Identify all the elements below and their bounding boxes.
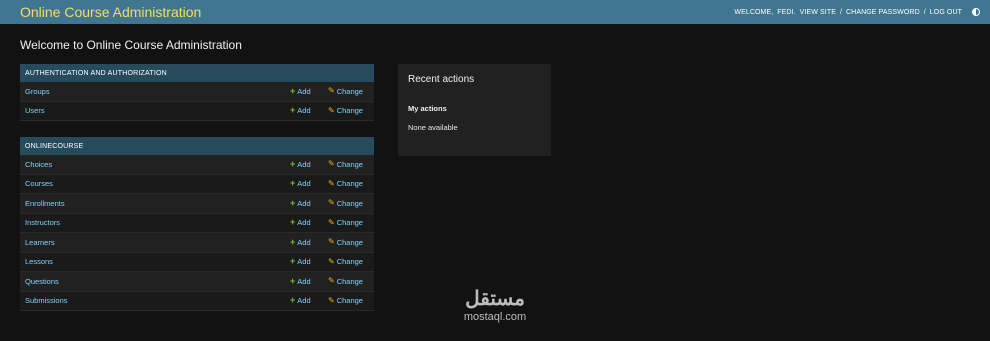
site-branding[interactable]: Online Course Administration bbox=[20, 4, 201, 20]
plus-icon: + bbox=[290, 256, 296, 267]
pencil-icon: ✎ bbox=[328, 86, 335, 96]
model-link-instructors[interactable]: Instructors bbox=[25, 218, 290, 227]
plus-icon: + bbox=[290, 158, 296, 169]
separator: / bbox=[923, 8, 926, 16]
module-caption[interactable]: Onlinecourse bbox=[20, 137, 374, 155]
model-link-learners[interactable]: Learners bbox=[25, 238, 290, 247]
view-site-link[interactable]: VIEW SITE bbox=[800, 9, 836, 16]
change-link[interactable]: ✎ Change bbox=[328, 199, 374, 208]
watermark-logo: مستقل bbox=[465, 288, 525, 310]
table-row: Enrollments + Add ✎ Change bbox=[20, 194, 374, 214]
separator: / bbox=[839, 8, 843, 16]
table-row: Choices + Add ✎ Change bbox=[20, 155, 374, 175]
model-link-lessons[interactable]: Lessons bbox=[25, 257, 290, 266]
change-link[interactable]: ✎ Change bbox=[328, 179, 374, 188]
log-out-link[interactable]: LOG OUT bbox=[930, 9, 962, 16]
change-link[interactable]: ✎ Change bbox=[328, 277, 374, 286]
add-link[interactable]: + Add bbox=[290, 178, 328, 189]
model-link-questions[interactable]: Questions bbox=[25, 277, 290, 286]
change-password-link[interactable]: CHANGE PASSWORD bbox=[846, 9, 920, 16]
change-link[interactable]: ✎ Change bbox=[328, 257, 374, 266]
pencil-icon: ✎ bbox=[328, 217, 335, 227]
plus-icon: + bbox=[290, 236, 296, 247]
add-link[interactable]: + Add bbox=[290, 236, 328, 247]
plus-icon: + bbox=[290, 85, 296, 96]
model-link-users[interactable]: Users bbox=[25, 106, 290, 115]
pencil-icon: ✎ bbox=[328, 105, 335, 115]
table-row: Users + Add ✎ Change bbox=[20, 101, 374, 121]
model-link-courses[interactable]: Courses bbox=[25, 179, 290, 188]
add-link[interactable]: + Add bbox=[290, 197, 328, 208]
page-title: Welcome to Online Course Administration bbox=[20, 38, 242, 52]
user-tools: WELCOME, FEDI. VIEW SITE / CHANGE PASSWO… bbox=[734, 8, 980, 16]
model-link-enrollments[interactable]: Enrollments bbox=[25, 199, 290, 208]
pencil-icon: ✎ bbox=[328, 295, 335, 305]
add-link[interactable]: + Add bbox=[290, 256, 328, 267]
plus-icon: + bbox=[290, 197, 296, 208]
add-link[interactable]: + Add bbox=[290, 158, 328, 169]
pencil-icon: ✎ bbox=[328, 256, 335, 266]
pencil-icon: ✎ bbox=[328, 276, 335, 286]
app-list: Authentication and Authorization Groups … bbox=[20, 64, 374, 327]
plus-icon: + bbox=[290, 275, 296, 286]
change-link[interactable]: ✎ Change bbox=[328, 87, 374, 96]
plus-icon: + bbox=[290, 217, 296, 228]
module-auth: Authentication and Authorization Groups … bbox=[20, 64, 374, 121]
none-available-text: None available bbox=[408, 123, 458, 132]
recent-actions-panel: Recent actions My actions None available bbox=[398, 64, 551, 156]
change-link[interactable]: ✎ Change bbox=[328, 296, 374, 305]
add-link[interactable]: + Add bbox=[290, 275, 328, 286]
welcome-text: WELCOME, bbox=[734, 8, 774, 16]
model-link-submissions[interactable]: Submissions bbox=[25, 296, 290, 305]
model-link-choices[interactable]: Choices bbox=[25, 160, 290, 169]
add-link[interactable]: + Add bbox=[290, 217, 328, 228]
table-row: Instructors + Add ✎ Change bbox=[20, 213, 374, 233]
table-row: Learners + Add ✎ Change bbox=[20, 233, 374, 253]
pencil-icon: ✎ bbox=[328, 198, 335, 208]
username: FEDI. bbox=[777, 8, 796, 16]
pencil-icon: ✎ bbox=[328, 159, 335, 169]
add-link[interactable]: + Add bbox=[290, 105, 328, 116]
change-link[interactable]: ✎ Change bbox=[328, 106, 374, 115]
watermark-text: mostaql.com bbox=[463, 311, 527, 323]
module-onlinecourse: Onlinecourse Choices + Add ✎ Change Course… bbox=[20, 137, 374, 311]
plus-icon: + bbox=[290, 295, 296, 306]
table-row: Lessons + Add ✎ Change bbox=[20, 252, 374, 272]
change-link[interactable]: ✎ Change bbox=[328, 160, 374, 169]
add-link[interactable]: + Add bbox=[290, 85, 328, 96]
pencil-icon: ✎ bbox=[328, 178, 335, 188]
plus-icon: + bbox=[290, 105, 296, 116]
recent-actions-title: Recent actions bbox=[408, 74, 475, 85]
model-link-groups[interactable]: Groups bbox=[25, 87, 290, 96]
add-link[interactable]: + Add bbox=[290, 295, 328, 306]
plus-icon: + bbox=[290, 178, 296, 189]
my-actions-heading: My actions bbox=[408, 104, 447, 113]
module-caption[interactable]: Authentication and Authorization bbox=[20, 64, 374, 82]
table-row: Submissions + Add ✎ Change bbox=[20, 291, 374, 311]
change-link[interactable]: ✎ Change bbox=[328, 218, 374, 227]
theme-toggle-icon[interactable] bbox=[972, 8, 980, 16]
table-row: Groups + Add ✎ Change bbox=[20, 82, 374, 102]
change-link[interactable]: ✎ Change bbox=[328, 238, 374, 247]
table-row: Questions + Add ✎ Change bbox=[20, 272, 374, 292]
table-row: Courses + Add ✎ Change bbox=[20, 174, 374, 194]
header: Online Course Administration WELCOME, FE… bbox=[0, 0, 990, 24]
pencil-icon: ✎ bbox=[328, 237, 335, 247]
